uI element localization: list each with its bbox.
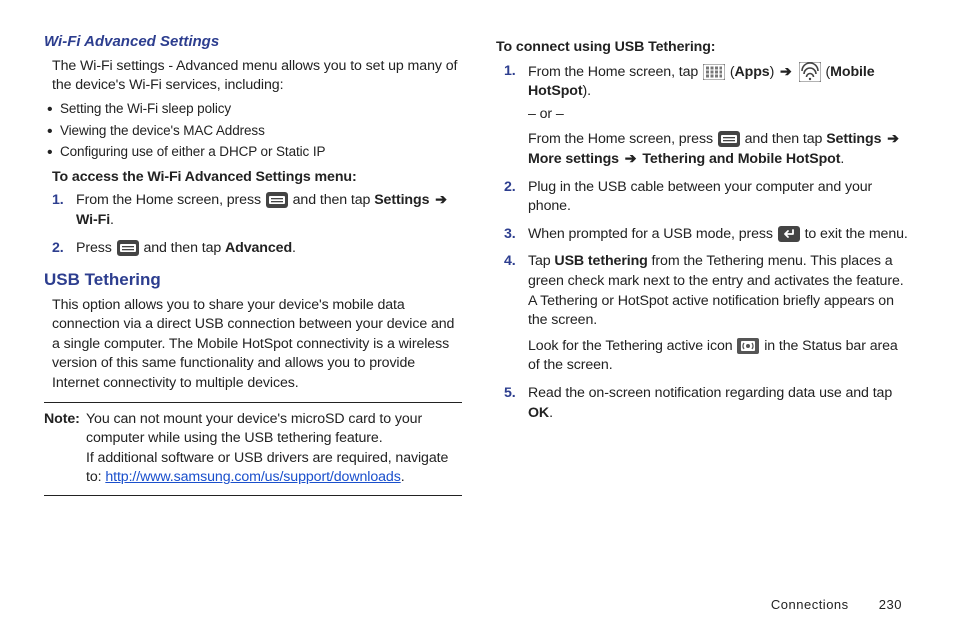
right-column: To connect using USB Tethering: From the… — [496, 32, 914, 616]
bullet-item: Viewing the device's MAC Address — [44, 122, 462, 141]
arrow-icon: ➔ — [623, 151, 639, 167]
wifi-intro-text: The Wi-Fi settings - Advanced menu allow… — [44, 57, 462, 96]
wifi-steps-list: From the Home screen, press and then tap… — [44, 191, 462, 258]
step-item: From the Home screen, tap (Apps) ➔ — [526, 62, 910, 170]
step-text: From the Home screen, press — [76, 192, 265, 208]
label-settings: Settings — [374, 192, 429, 208]
heading-wifi-advanced: Wi-Fi Advanced Settings — [44, 32, 462, 53]
menu-button-icon — [117, 240, 139, 256]
step-item: Read the on-screen notification regardin… — [526, 384, 910, 423]
step-text: and then tap — [745, 131, 827, 147]
label-tethering-hotspot: Tethering and Mobile HotSpot — [642, 151, 840, 167]
step-text: and then tap — [143, 240, 225, 256]
tethering-active-icon — [737, 338, 759, 354]
label-more-settings: More settings — [528, 151, 619, 167]
step-text: Plug in the USB cable between your compu… — [528, 179, 872, 215]
step-item: Tap USB tethering from the Tethering men… — [526, 252, 910, 376]
step-text: . — [549, 405, 553, 421]
label-ok: OK — [528, 405, 549, 421]
label-apps: Apps — [735, 64, 770, 80]
step-item: Plug in the USB cable between your compu… — [526, 178, 910, 217]
step-text: From the Home screen, press — [528, 131, 717, 147]
label-wifi: Wi-Fi — [76, 212, 110, 228]
step-item: When prompted for a USB mode, press to e… — [526, 225, 910, 245]
apps-grid-icon — [703, 64, 725, 80]
hotspot-icon — [799, 62, 821, 82]
note-block: Note: You can not mount your device's mi… — [44, 402, 462, 496]
usb-steps-list: From the Home screen, tap (Apps) ➔ — [496, 62, 914, 424]
support-link[interactable]: http://www.samsung.com/us/support/downlo… — [105, 469, 400, 485]
step-item: From the Home screen, press and then tap… — [74, 191, 458, 230]
label-settings: Settings — [826, 131, 881, 147]
step-item: Press and then tap Advanced. — [74, 239, 458, 259]
page-container: Wi-Fi Advanced Settings The Wi-Fi settin… — [0, 0, 954, 636]
step-text: Read the on-screen notification regardin… — [528, 385, 892, 401]
step-text: and then tap — [293, 192, 375, 208]
step-text: to exit the menu. — [805, 226, 908, 242]
heading-usb-tethering: USB Tethering — [44, 268, 462, 291]
menu-button-icon — [266, 192, 288, 208]
footer-section: Connections — [771, 597, 849, 612]
label-usb-tethering: USB tethering — [554, 253, 647, 269]
note-period: . — [401, 469, 405, 485]
page-number: 230 — [879, 597, 902, 612]
access-heading: To access the Wi-Fi Advanced Settings me… — [52, 168, 462, 188]
left-column: Wi-Fi Advanced Settings The Wi-Fi settin… — [44, 32, 462, 616]
arrow-icon: ➔ — [433, 192, 449, 208]
step-text: Look for the Tethering active icon — [528, 338, 736, 354]
step-text: From the Home screen, tap — [528, 64, 702, 80]
step-text: Press — [76, 240, 116, 256]
label-advanced: Advanced — [225, 240, 292, 256]
note-line1: You can not mount your device's microSD … — [86, 411, 422, 447]
page-footer: Connections 230 — [771, 597, 902, 612]
connect-heading: To connect using USB Tethering: — [496, 38, 914, 58]
arrow-icon: ➔ — [885, 131, 901, 147]
or-divider: – or – — [528, 105, 910, 125]
bullet-item: Setting the Wi-Fi sleep policy — [44, 100, 462, 119]
arrow-icon: ➔ — [778, 64, 794, 80]
note-label: Note: — [44, 410, 80, 430]
menu-button-icon — [718, 131, 740, 147]
bullet-item: Configuring use of either a DHCP or Stat… — [44, 143, 462, 162]
back-button-icon — [778, 226, 800, 242]
usb-intro-text: This option allows you to share your dev… — [44, 296, 462, 394]
wifi-bullet-list: Setting the Wi-Fi sleep policy Viewing t… — [44, 100, 462, 162]
step-text: Tap — [528, 253, 554, 269]
step-text: When prompted for a USB mode, press — [528, 226, 777, 242]
